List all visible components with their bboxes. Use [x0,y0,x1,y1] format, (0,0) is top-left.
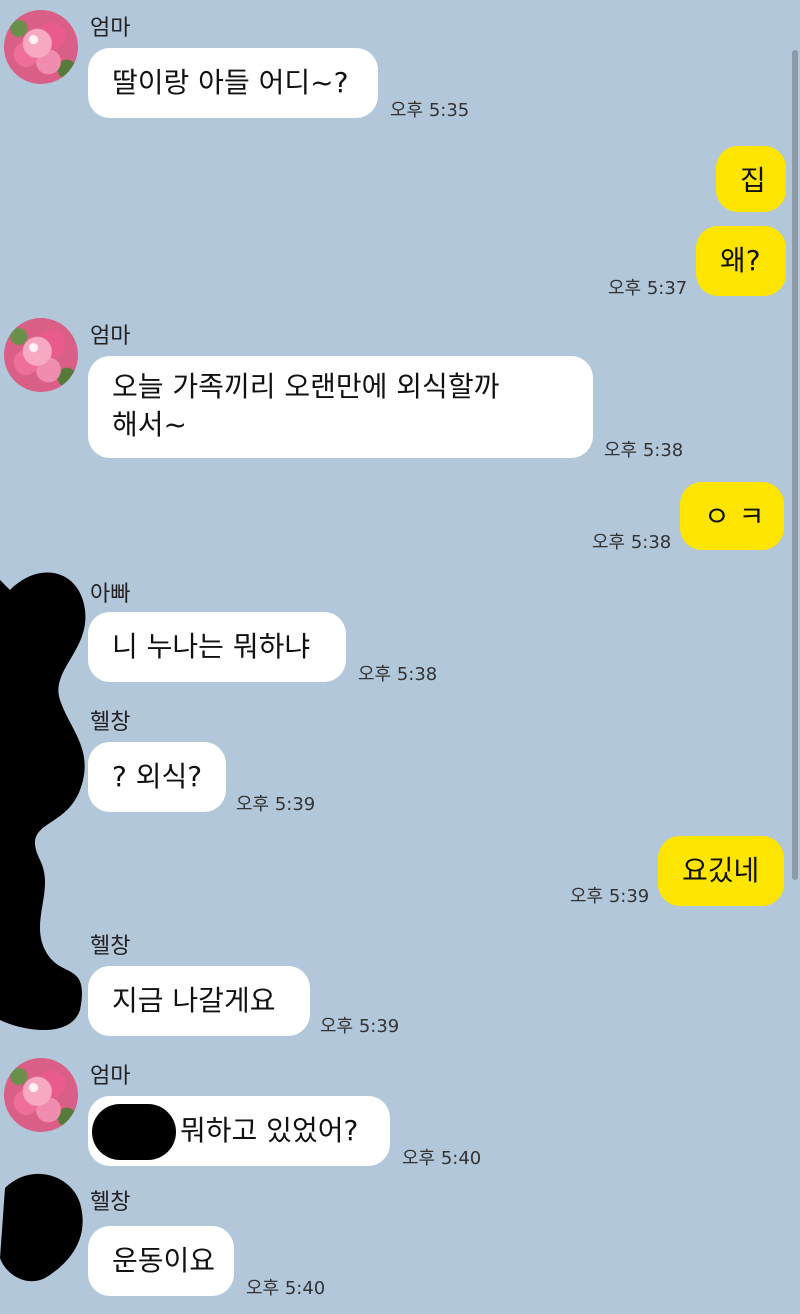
sender-name: 엄마 [90,1064,131,1089]
message-time: 오후 5:39 [320,1016,400,1037]
sender-name: 엄마 [90,324,131,349]
message-time: 오후 5:38 [358,664,438,685]
my-message-bubble[interactable]: 요깄네 [658,836,784,906]
avatar-mom[interactable] [4,318,78,392]
message-line-1: 오늘 가족끼리 오랜만에 외식할까 [112,370,500,403]
redaction-scribble [0,572,86,1030]
my-message-bubble[interactable]: 집 [716,146,786,212]
sender-name: 엄마 [90,16,131,41]
scrollbar[interactable] [792,50,798,880]
message-time: 오후 5:39 [236,794,316,815]
message-time: 오후 5:38 [592,532,672,553]
redaction-scribble [0,1173,83,1282]
avatar-mom[interactable] [4,1058,78,1132]
redacted-name [92,1104,176,1160]
message-time: 오후 5:35 [390,100,470,121]
chat-area[interactable]: 엄마 딸이랑 아들 어디~? 오후 5:35 집 왜? 오후 5:37 엄마 오… [0,0,800,1314]
message-time: 오후 5:37 [608,278,688,299]
message-bubble[interactable]: 니 누나는 뭐하냐 [88,612,346,682]
my-message-bubble[interactable]: ㅇ ㅋ [680,482,784,550]
message-time: 오후 5:39 [570,886,650,907]
message-bubble[interactable]: 오늘 가족끼리 오랜만에 외식할까 해서~ [88,356,593,458]
message-bubble[interactable]: ? 외식? [88,742,226,812]
avatar-mom[interactable] [4,10,78,84]
message-line-2: 해서~ [112,408,187,441]
message-bubble[interactable]: 딸이랑 아들 어디~? [88,48,378,118]
my-message-bubble[interactable]: 왜? [696,226,786,296]
message-bubble[interactable]: 지금 나갈게요 [88,966,310,1036]
message-time: 오후 5:40 [402,1148,482,1169]
message-bubble[interactable]: 운동이요 [88,1226,234,1296]
message-time: 오후 5:40 [246,1278,326,1299]
message-time: 오후 5:38 [604,440,684,461]
message-text: 뭐하고 있었어? [180,1114,359,1147]
